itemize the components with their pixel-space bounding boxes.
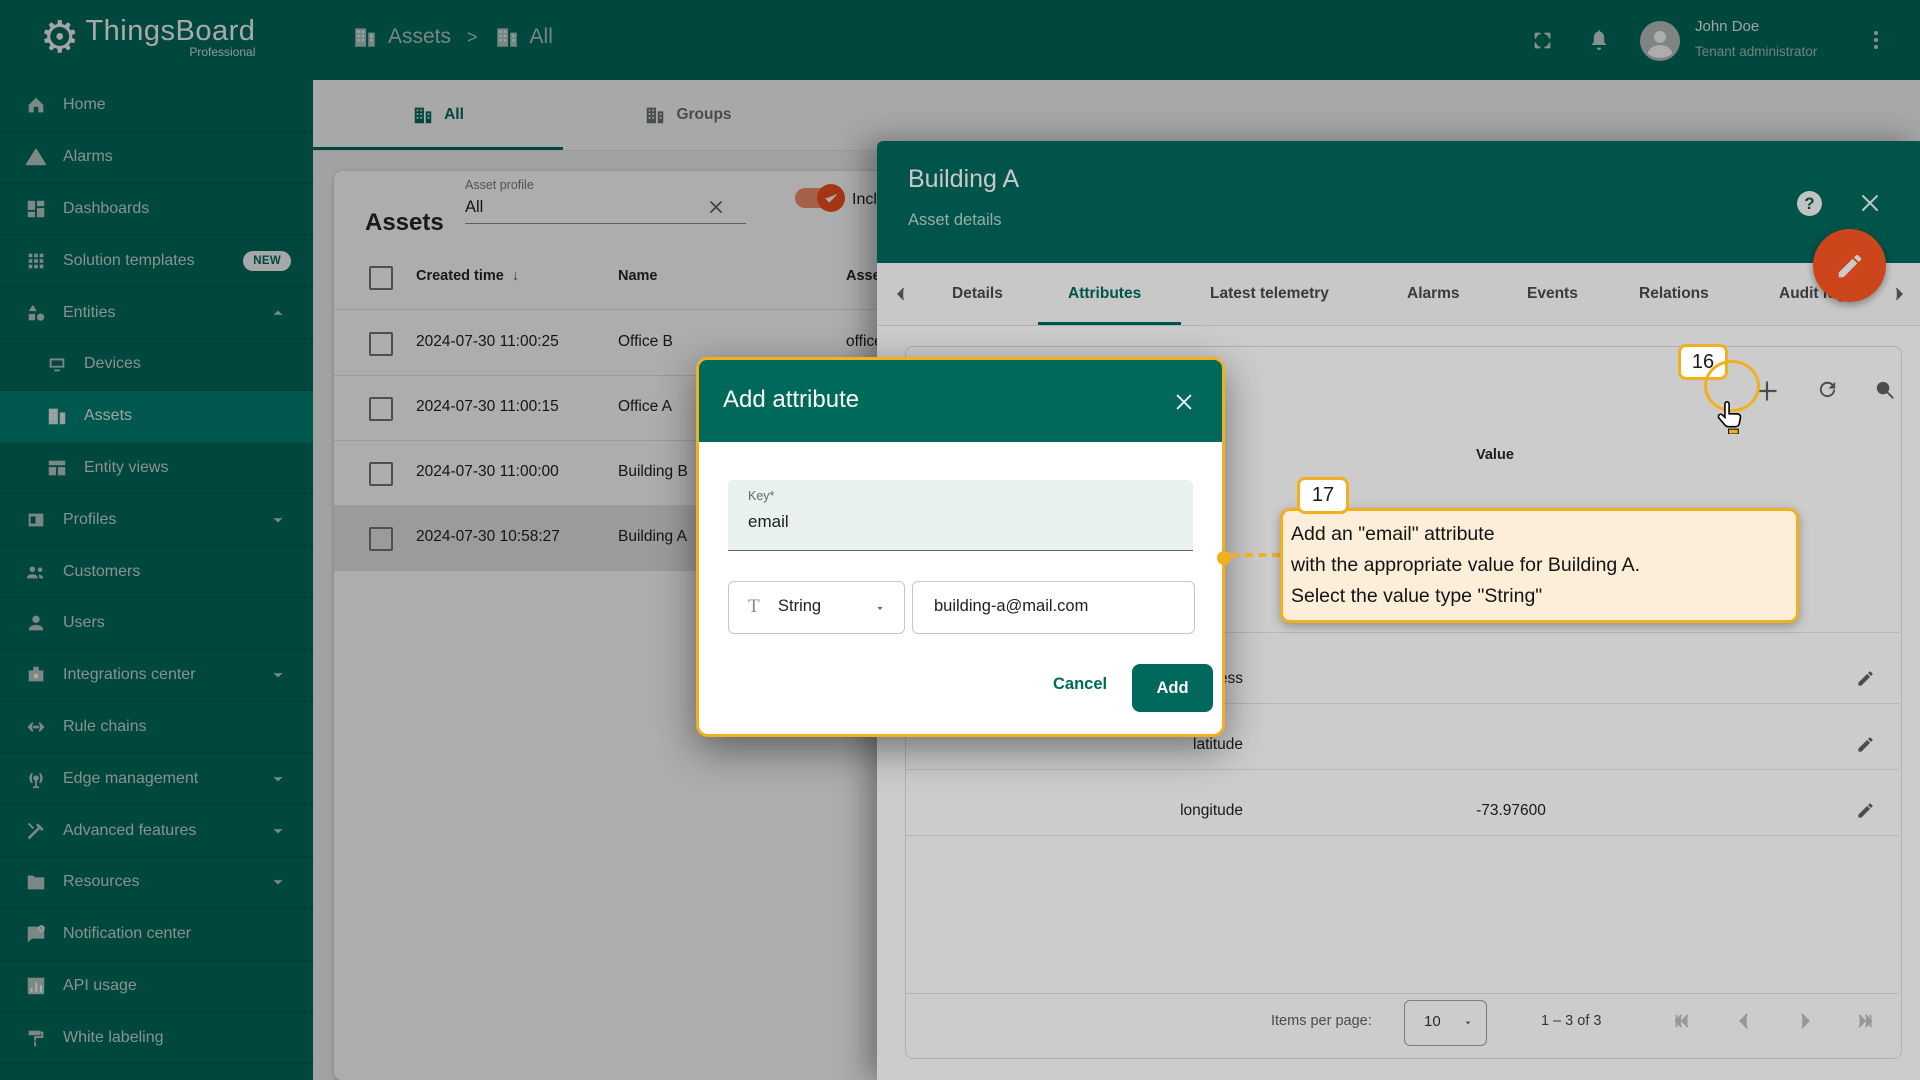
step-17-badge: 17 [1297, 477, 1349, 514]
select-caret-icon [873, 604, 887, 613]
close-dialog-icon[interactable] [1173, 391, 1195, 413]
key-field-label: Key* [748, 489, 774, 503]
callout-text-line: Add an "email" attribute [1291, 519, 1796, 550]
step-17-callout: Add an "email" attributewith the appropr… [1280, 508, 1799, 623]
key-field-value: email [748, 512, 789, 532]
callout-text-line: Select the value type "String" [1291, 581, 1796, 612]
connector-dot [1217, 551, 1231, 565]
value-type-select[interactable]: T String [728, 581, 905, 634]
string-type-icon: T [748, 596, 760, 618]
thingsboard-app: ⚙ ThingsBoard Professional Assets>All Jo… [0, 0, 1920, 1080]
key-field[interactable]: Key* email [728, 480, 1193, 551]
cancel-button[interactable]: Cancel [1053, 675, 1107, 694]
value-type-selected: String [778, 597, 821, 616]
callout-text-line: with the appropriate value for Building … [1291, 550, 1796, 581]
connector-dashed-line [1231, 553, 1280, 557]
add-attribute-dialog: Add attribute Key* email T String buildi… [696, 357, 1225, 737]
attribute-value-text: building-a@mail.com [934, 597, 1088, 616]
dialog-title: Add attribute [723, 386, 859, 414]
add-button[interactable]: Add [1132, 664, 1213, 712]
dialog-header: Add attribute [699, 360, 1222, 442]
pointer-cursor [1716, 400, 1746, 434]
attribute-value-input[interactable]: building-a@mail.com [912, 581, 1195, 634]
